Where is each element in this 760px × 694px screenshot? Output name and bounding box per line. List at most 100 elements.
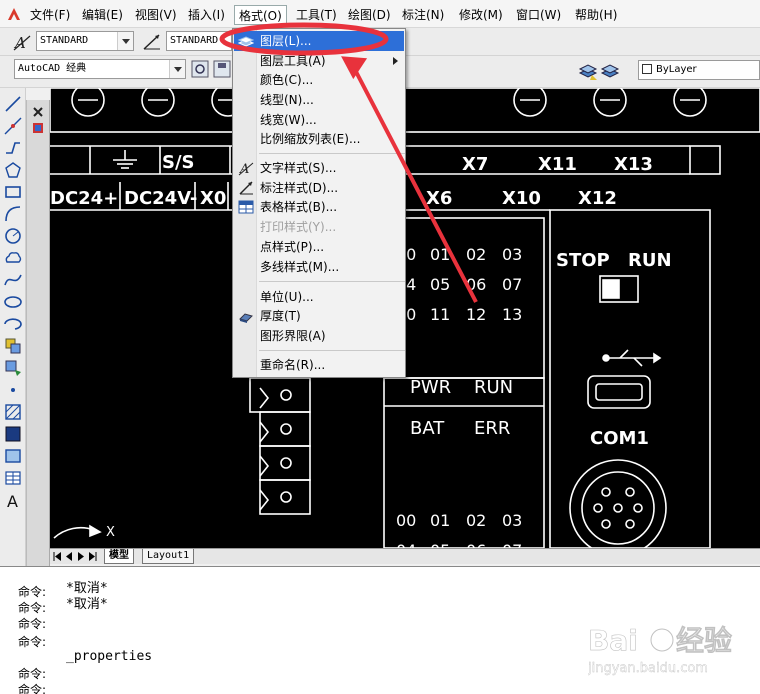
io-label: 03 <box>502 511 522 530</box>
palette-options-icon[interactable] <box>32 122 44 134</box>
label-bat: BAT <box>410 418 445 439</box>
polygon-icon[interactable] <box>3 160 23 180</box>
label-stop: STOP <box>556 250 610 271</box>
line-icon[interactable] <box>3 94 23 114</box>
io-label: 02 <box>466 511 486 530</box>
menu-item-drawing-limits[interactable]: 图形界限(A) <box>234 326 404 346</box>
dim-style-value: STANDARD <box>170 35 219 46</box>
io-label: 07 <box>502 541 522 548</box>
menu-item-scale-list[interactable]: 比例缩放列表(E)... <box>234 129 404 149</box>
menu-item-label: 图层工具(A) <box>260 54 326 68</box>
ellipse-icon[interactable] <box>3 292 23 312</box>
io-label: 05 <box>430 541 450 548</box>
linetype-select[interactable]: ByLayer <box>638 60 760 80</box>
text-style-select[interactable]: STANDARD <box>36 31 134 51</box>
menu-item-thickness[interactable]: 厚度(T) <box>234 306 404 326</box>
svg-text:A: A <box>7 492 18 510</box>
menu-bar: 文件(F) 编辑(E) 视图(V) 插入(I) 格式(O) 工具(T) 绘图(D… <box>0 0 760 28</box>
make-block-icon[interactable] <box>3 358 23 378</box>
menu-item-units[interactable]: 单位(U)... <box>234 287 404 307</box>
label-pwr: PWR <box>410 377 451 398</box>
layer-states-icon[interactable] <box>578 61 598 81</box>
rectangle-icon[interactable] <box>3 182 23 202</box>
menu-item-text-style[interactable]: A 文字样式(S)... <box>234 158 404 178</box>
point-icon[interactable] <box>3 380 23 400</box>
menu-tools[interactable]: 工具(T) <box>292 5 341 25</box>
close-icon[interactable] <box>32 106 44 118</box>
menu-item-point-style[interactable]: 点样式(P)... <box>234 237 404 257</box>
chevron-down-icon[interactable] <box>117 32 133 50</box>
first-tab-icon[interactable] <box>52 551 62 562</box>
menu-view[interactable]: 视图(V) <box>131 5 181 25</box>
revision-cloud-icon[interactable] <box>3 248 23 268</box>
text-style-value: STANDARD <box>40 35 89 46</box>
chevron-down-icon[interactable] <box>169 60 185 78</box>
command-prefix: 命令: <box>18 635 47 649</box>
menu-item-label: 比例缩放列表(E)... <box>260 132 361 146</box>
command-history-line: *取消* <box>66 581 108 596</box>
menu-item-linetype[interactable]: 线型(N)... <box>234 90 404 110</box>
menu-modify[interactable]: 修改(M) <box>455 5 507 25</box>
circle-icon[interactable] <box>3 226 23 246</box>
menu-draw[interactable]: 绘图(D) <box>344 5 395 25</box>
menu-item-layer[interactable]: 图层(L)... <box>234 31 404 51</box>
label-com1: COM1 <box>590 428 649 449</box>
tab-layout1[interactable]: Layout1 <box>142 549 195 564</box>
menu-item-label: 文字样式(S)... <box>260 161 337 175</box>
menu-file[interactable]: 文件(F) <box>26 5 74 25</box>
menu-item-lineweight[interactable]: 线宽(W)... <box>234 110 404 130</box>
command-prefix: 命令: <box>18 617 47 631</box>
draw-toolbar: A <box>0 88 26 578</box>
table-icon[interactable] <box>3 468 23 488</box>
menu-dimension[interactable]: 标注(N) <box>398 5 448 25</box>
workspace-settings-icon[interactable] <box>190 59 210 79</box>
menu-window[interactable]: 窗口(W) <box>512 5 565 25</box>
prev-tab-icon[interactable] <box>64 551 74 562</box>
io-label: 02 <box>466 245 486 264</box>
layout-tabs-bar: 模型 Layout1 <box>50 548 760 564</box>
workspace-select[interactable]: AutoCAD 经典 <box>14 59 186 79</box>
gradient-icon[interactable] <box>3 424 23 444</box>
arc-icon[interactable] <box>3 204 23 224</box>
menu-item-label: 厚度(T) <box>260 309 301 323</box>
workspace-value: AutoCAD 经典 <box>18 63 87 74</box>
tab-model[interactable]: 模型 <box>104 549 134 564</box>
multiline-text-icon[interactable]: A <box>3 490 23 510</box>
autocad-app-icon[interactable] <box>6 6 22 22</box>
menu-item-multiline-style[interactable]: 多线样式(M)... <box>234 257 404 277</box>
thickness-icon <box>239 313 253 323</box>
command-prefix: 命令: <box>18 601 47 615</box>
menu-item-rename[interactable]: 重命名(R)... <box>234 355 404 375</box>
io-label: 11 <box>430 305 450 324</box>
menu-insert[interactable]: 插入(I) <box>184 5 229 25</box>
text-style-icon[interactable]: A <box>12 32 32 52</box>
label-run-switch: RUN <box>628 250 672 271</box>
dim-style-icon[interactable] <box>142 32 162 52</box>
workspace-save-icon[interactable] <box>212 59 232 79</box>
label-x11: X11 <box>538 154 577 175</box>
construction-line-icon[interactable] <box>3 116 23 136</box>
hatch-icon[interactable] <box>3 402 23 422</box>
menu-item-dim-style[interactable]: 标注样式(D)... <box>234 178 404 198</box>
ellipse-arc-icon[interactable] <box>3 314 23 334</box>
spline-icon[interactable] <box>3 270 23 290</box>
menu-item-label: 打印样式(Y)... <box>260 220 337 234</box>
menu-item-layer-tools[interactable]: 图层工具(A) <box>234 51 404 71</box>
polyline-icon[interactable] <box>3 138 23 158</box>
menu-format[interactable]: 格式(O) <box>234 5 287 25</box>
last-tab-icon[interactable] <box>88 551 98 562</box>
io-label: 01 <box>430 511 450 530</box>
menu-item-color[interactable]: 颜色(C)... <box>234 70 404 90</box>
color-swatch <box>642 64 652 74</box>
region-icon[interactable] <box>3 446 23 466</box>
format-menu-dropdown: 图层(L)... 图层工具(A) 颜色(C)... 线型(N)... 线宽(W)… <box>232 28 406 378</box>
menu-help[interactable]: 帮助(H) <box>571 5 621 25</box>
menu-edit[interactable]: 编辑(E) <box>78 5 127 25</box>
next-tab-icon[interactable] <box>76 551 86 562</box>
layer-previous-icon[interactable] <box>600 61 620 81</box>
io-label: 06 <box>466 541 486 548</box>
dim-style-select[interactable]: STANDARD <box>166 31 232 51</box>
io-label: 07 <box>502 275 522 294</box>
menu-item-table-style[interactable]: 表格样式(B)... <box>234 197 404 217</box>
insert-block-icon[interactable] <box>3 336 23 356</box>
